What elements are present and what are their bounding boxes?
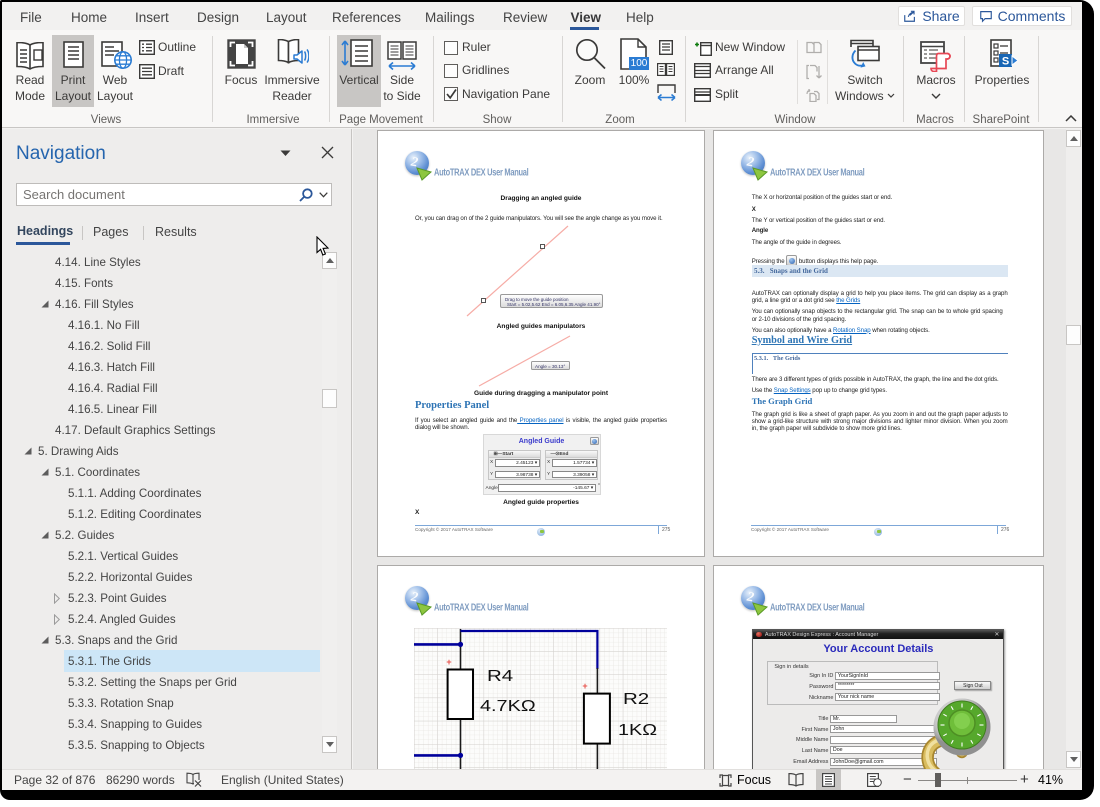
svg-text:S: S bbox=[1002, 56, 1009, 68]
